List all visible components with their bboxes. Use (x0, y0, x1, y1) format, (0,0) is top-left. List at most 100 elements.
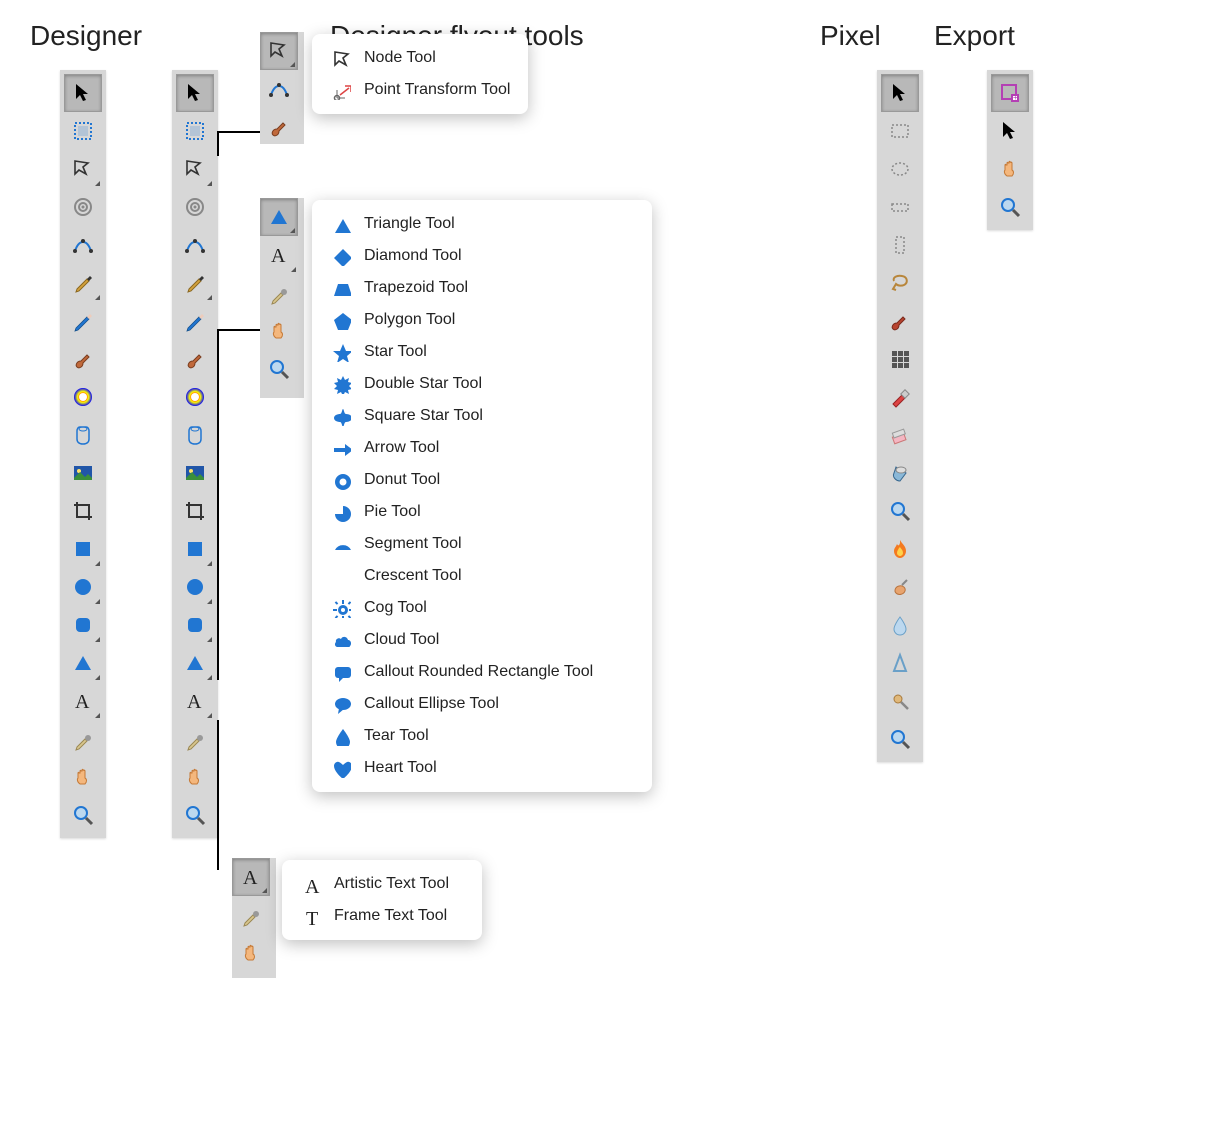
node-tool-icon[interactable] (64, 150, 102, 188)
slice-tool-icon[interactable] (991, 74, 1029, 112)
text-tool-icon[interactable] (64, 682, 102, 720)
hand-tool-icon[interactable] (64, 758, 102, 796)
flyout-item-pie[interactable]: Pie Tool (316, 496, 648, 528)
picture-tool-icon[interactable] (176, 454, 214, 492)
triangle-tool-icon[interactable] (64, 644, 102, 682)
brush-tool-icon[interactable] (176, 340, 214, 378)
artboard-tool-icon[interactable] (176, 112, 214, 150)
flyout-item-heart[interactable]: Heart Tool (316, 752, 648, 784)
pen-tool-icon[interactable] (64, 264, 102, 302)
marquee-col-tool-icon[interactable] (881, 226, 919, 264)
brush2-tool-icon[interactable] (881, 302, 919, 340)
glass-tool-icon[interactable] (176, 416, 214, 454)
flyout-item-segment[interactable]: Segment Tool (316, 528, 648, 560)
crop-tool-icon[interactable] (64, 492, 102, 530)
move-tool-icon[interactable] (881, 74, 919, 112)
pen-tool-icon[interactable] (176, 264, 214, 302)
flyout-item-arrow[interactable]: Arrow Tool (316, 432, 648, 464)
vector-tool-icon[interactable] (64, 226, 102, 264)
brush-tool-icon[interactable] (64, 340, 102, 378)
hand-tool-icon[interactable] (176, 758, 214, 796)
crop-tool-icon[interactable] (176, 492, 214, 530)
smudge-tool-icon[interactable] (881, 568, 919, 606)
roundrect-tool-icon[interactable] (176, 606, 214, 644)
triangle-tool-icon[interactable] (176, 644, 214, 682)
flyout-item-star[interactable]: Star Tool (316, 336, 648, 368)
flyout-item-point-transform[interactable]: Point Transform Tool (316, 74, 524, 106)
move-tool-icon[interactable] (991, 112, 1029, 150)
marquee-free-tool-icon[interactable] (881, 188, 919, 226)
square-tool-icon[interactable] (176, 530, 214, 568)
flyout-item-callout-rect[interactable]: Callout Rounded Rectangle Tool (316, 656, 648, 688)
pencil-tool-icon[interactable] (176, 302, 214, 340)
eyedrop-tool-icon[interactable] (176, 720, 214, 758)
hand-tool-icon[interactable] (260, 312, 298, 350)
flyout-item-label: Diamond Tool (364, 247, 462, 265)
flyout-item-triangle[interactable]: Triangle Tool (316, 208, 648, 240)
node-tool-icon[interactable] (176, 150, 214, 188)
erase-tool-icon[interactable] (881, 416, 919, 454)
tear-icon (330, 725, 352, 747)
artistic-text-icon (300, 873, 322, 895)
flyout-item-trapezoid[interactable]: Trapezoid Tool (316, 272, 648, 304)
flyout-item-frame-text[interactable]: Frame Text Tool (286, 900, 478, 932)
move-tool-icon[interactable] (64, 74, 102, 112)
flyout-item-cog[interactable]: Cog Tool (316, 592, 648, 624)
zoom-tool-icon[interactable] (260, 350, 298, 388)
node-tool-icon[interactable] (260, 32, 298, 70)
flyout-item-polygon[interactable]: Polygon Tool (316, 304, 648, 336)
hand-tool-icon[interactable] (991, 150, 1029, 188)
flyout-item-square-star[interactable]: Square Star Tool (316, 400, 648, 432)
lasso-tool-icon[interactable] (881, 264, 919, 302)
picture-tool-icon[interactable] (64, 454, 102, 492)
flyout-item-artistic-text[interactable]: Artistic Text Tool (286, 868, 478, 900)
flyout-item-cloud[interactable]: Cloud Tool (316, 624, 648, 656)
pencil-tool-icon[interactable] (64, 302, 102, 340)
zoom-tool-icon[interactable] (881, 492, 919, 530)
paint-tool-icon[interactable] (881, 378, 919, 416)
text-tool-icon[interactable] (260, 236, 298, 274)
vector-tool-icon[interactable] (260, 70, 298, 108)
flyout-item-callout-ellipse[interactable]: Callout Ellipse Tool (316, 688, 648, 720)
flyout-item-crescent[interactable]: Crescent Tool (316, 560, 648, 592)
flame-tool-icon[interactable] (881, 530, 919, 568)
eyedrop-tool-icon[interactable] (260, 274, 298, 312)
corner-tool-icon[interactable] (176, 188, 214, 226)
clone-tool-icon[interactable] (881, 682, 919, 720)
colorpick-tool-icon[interactable] (64, 378, 102, 416)
flyout-item-donut[interactable]: Donut Tool (316, 464, 648, 496)
roundrect-tool-icon[interactable] (64, 606, 102, 644)
flyout-item-diamond[interactable]: Diamond Tool (316, 240, 648, 272)
glass-tool-icon[interactable] (64, 416, 102, 454)
zoom-tool-icon[interactable] (64, 796, 102, 834)
marquee-ellipse-tool-icon[interactable] (881, 150, 919, 188)
eyedrop-tool-icon[interactable] (232, 896, 270, 934)
text-tool-icon[interactable] (232, 858, 270, 896)
marquee-rect-tool-icon[interactable] (881, 112, 919, 150)
circle-tool-icon[interactable] (64, 568, 102, 606)
flyout-item-double-star[interactable]: Double Star Tool (316, 368, 648, 400)
text-tool-icon[interactable] (176, 682, 214, 720)
zoom-tool-icon[interactable] (991, 188, 1029, 226)
square-tool-icon[interactable] (64, 530, 102, 568)
grid-tool-icon[interactable] (881, 340, 919, 378)
artboard-tool-icon[interactable] (64, 112, 102, 150)
colorpick-tool-icon[interactable] (176, 378, 214, 416)
zoom-tool-icon[interactable] (176, 796, 214, 834)
corner-tool-icon[interactable] (64, 188, 102, 226)
bucket-tool-icon[interactable] (881, 454, 919, 492)
hand-tool-icon[interactable] (232, 934, 270, 972)
move-tool-icon[interactable] (176, 74, 214, 112)
flyout-item-label: Callout Ellipse Tool (364, 695, 499, 713)
triangle-tool-icon[interactable] (260, 198, 298, 236)
zoom-tool-icon[interactable] (881, 720, 919, 758)
eyedrop-tool-icon[interactable] (64, 720, 102, 758)
brush-tool-icon[interactable] (260, 108, 298, 146)
circle-tool-icon[interactable] (176, 568, 214, 606)
vector-tool-icon[interactable] (176, 226, 214, 264)
square-star-icon (330, 405, 352, 427)
sharpen-tool-icon[interactable] (881, 644, 919, 682)
flyout-item-node[interactable]: Node Tool (316, 42, 524, 74)
drop-tool-icon[interactable] (881, 606, 919, 644)
flyout-item-tear[interactable]: Tear Tool (316, 720, 648, 752)
